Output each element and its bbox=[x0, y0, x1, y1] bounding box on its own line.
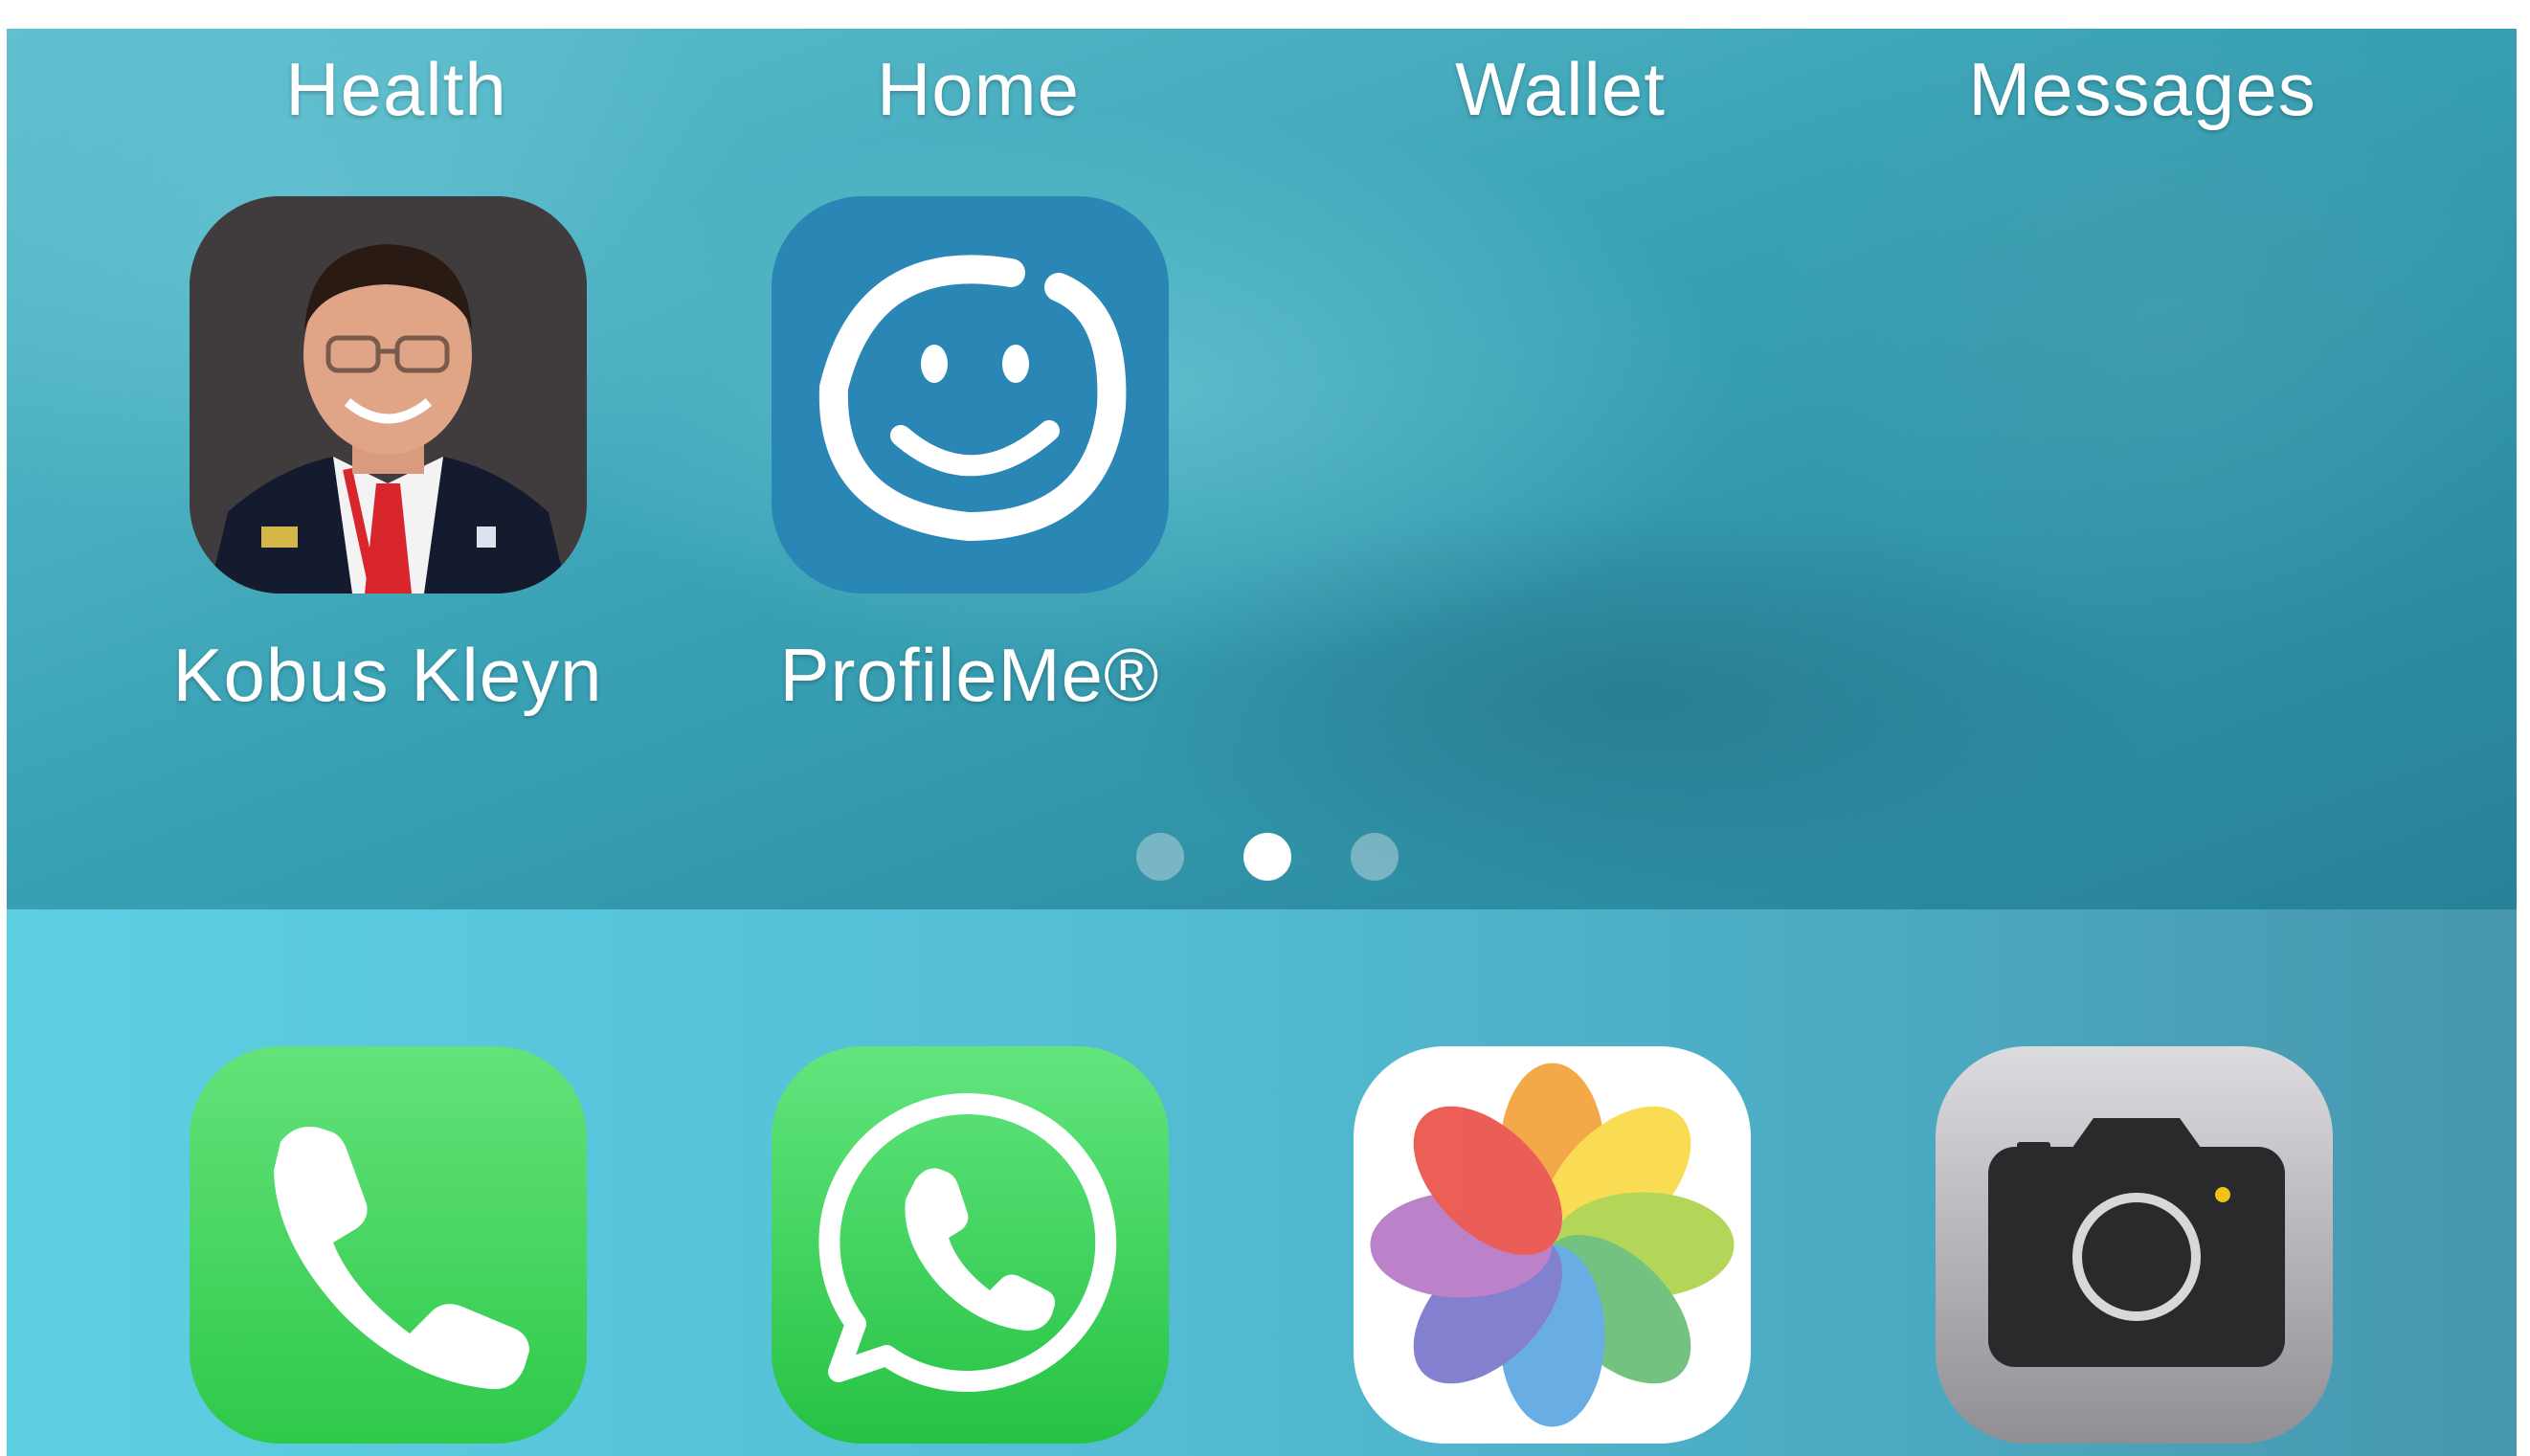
profileme-app-icon[interactable] bbox=[772, 196, 1169, 594]
phone-app-icon[interactable] bbox=[190, 1046, 587, 1444]
whatsapp-app-icon[interactable] bbox=[772, 1046, 1169, 1444]
page-dot[interactable] bbox=[1136, 833, 1184, 881]
page-dot-current[interactable] bbox=[1243, 833, 1291, 881]
label-home[interactable]: Home bbox=[739, 46, 1218, 133]
phone-icon bbox=[274, 1127, 529, 1390]
label-messages[interactable]: Messages bbox=[1903, 46, 2382, 133]
photos-flower-icon bbox=[1370, 1063, 1735, 1427]
whatsapp-icon bbox=[818, 1092, 1117, 1392]
dock bbox=[7, 909, 2517, 1456]
contact-photo-icon bbox=[190, 196, 587, 594]
label-wallet[interactable]: Wallet bbox=[1321, 46, 1800, 133]
camera-app-icon[interactable] bbox=[1936, 1046, 2333, 1444]
app-label-kobus-kleyn: Kobus Kleyn bbox=[172, 633, 603, 717]
camera-icon bbox=[1988, 1118, 2285, 1367]
kobus-kleyn-app-icon[interactable] bbox=[190, 196, 587, 594]
label-health[interactable]: Health bbox=[157, 46, 636, 133]
app-label-profileme: ProfileMe® bbox=[779, 633, 1160, 717]
photos-app-icon[interactable] bbox=[1354, 1046, 1751, 1444]
home-screen: Health Home Wallet Messages Kobus Kleyn … bbox=[7, 29, 2517, 1456]
page-indicator[interactable] bbox=[1136, 833, 1423, 890]
smiley-face-icon bbox=[818, 255, 1127, 542]
page-dot[interactable] bbox=[1351, 833, 1399, 881]
